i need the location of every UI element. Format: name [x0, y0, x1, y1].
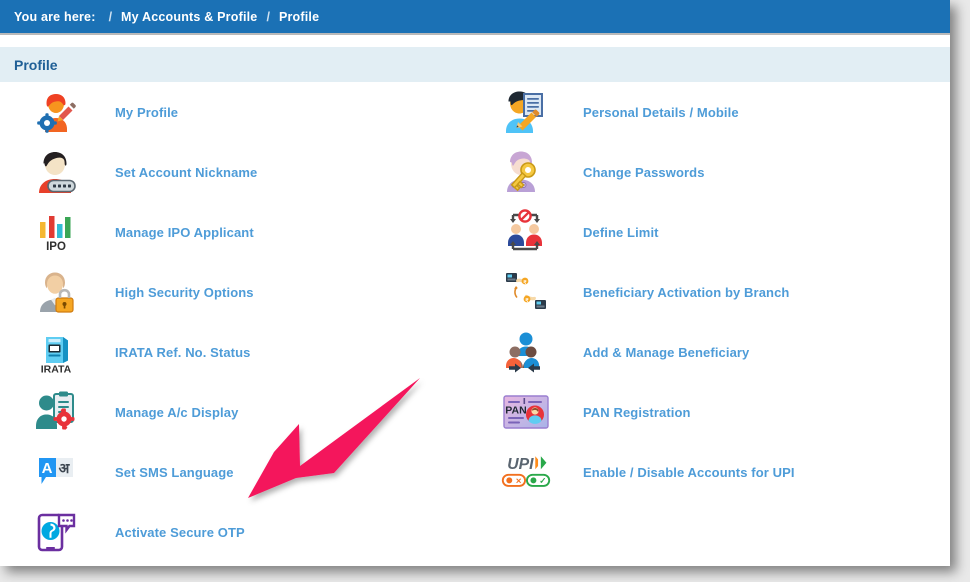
svg-text:UPI: UPI [507, 456, 534, 473]
menu-item-enable-disable-accounts-upi[interactable]: UPI ✕ ✓ Enable / Disable Accounts for UP… [500, 442, 940, 502]
personal-details-edit-icon [500, 88, 552, 136]
breadcrumb-prefix-label: You are here: [14, 9, 96, 24]
menu-item-set-account-nickname[interactable]: Set Account Nickname [30, 142, 480, 202]
add-manage-beneficiary-icon [500, 328, 552, 376]
menu-item-label[interactable]: Personal Details / Mobile [583, 105, 739, 120]
menu-item-label[interactable]: Set SMS Language [115, 465, 234, 480]
breadcrumb-gap [0, 35, 950, 47]
svg-text:अ: अ [59, 460, 71, 476]
high-security-lock-icon [30, 268, 82, 316]
menu-item-label[interactable]: Add & Manage Beneficiary [583, 345, 749, 360]
menu-item-beneficiary-activation-by-branch[interactable]: ₹ ₹ Beneficiary Activation by Branch [500, 262, 940, 322]
svg-text:✕: ✕ [515, 477, 521, 486]
breadcrumb: You are here: / My Accounts & Profile / … [0, 0, 950, 33]
sms-language-icon: A अ [30, 448, 82, 496]
ipo-bars-icon: IPO [30, 208, 82, 256]
svg-text:✓: ✓ [539, 476, 546, 486]
svg-text:IRATA: IRATA [41, 364, 72, 376]
menu-item-activate-secure-otp[interactable]: Activate Secure OTP [30, 502, 480, 562]
menu-item-label[interactable]: Define Limit [583, 225, 659, 240]
menu-item-personal-details-mobile[interactable]: Personal Details / Mobile [500, 82, 940, 142]
menu-item-label[interactable]: IRATA Ref. No. Status [115, 345, 250, 360]
menu-item-irata-ref-no-status[interactable]: IRATA IRATA Ref. No. Status [30, 322, 480, 382]
menu-item-label[interactable]: Change Passwords [583, 165, 705, 180]
beneficiary-branch-icon: ₹ ₹ [500, 268, 552, 316]
menu-item-label[interactable]: PAN Registration [583, 405, 691, 420]
menu-item-add-manage-beneficiary[interactable]: Add & Manage Beneficiary [500, 322, 940, 382]
menu-item-label[interactable]: Beneficiary Activation by Branch [583, 285, 789, 300]
menu-item-set-sms-language[interactable]: A अ Set SMS Language [30, 442, 480, 502]
menu-item-my-profile[interactable]: My Profile [30, 82, 480, 142]
screen-root: You are here: / My Accounts & Profile / … [0, 0, 970, 582]
change-password-key-icon [500, 148, 552, 196]
menu-item-label[interactable]: Enable / Disable Accounts for UPI [583, 465, 795, 480]
upi-toggle-icon: UPI ✕ ✓ [500, 448, 552, 496]
svg-text:A: A [42, 460, 53, 477]
menu-item-pan-registration[interactable]: PAN PAN Registration [500, 382, 940, 442]
menu-item-define-limit[interactable]: Define Limit [500, 202, 940, 262]
profile-user-gear-icon [30, 88, 82, 136]
menu-item-manage-ipo-applicant[interactable]: IPO Manage IPO Applicant [30, 202, 480, 262]
menu-item-label[interactable]: Manage IPO Applicant [115, 225, 254, 240]
section-header: Profile [0, 47, 950, 82]
menu-item-high-security-options[interactable]: High Security Options [30, 262, 480, 322]
svg-text:PAN: PAN [505, 405, 526, 417]
define-limit-icon [500, 208, 552, 256]
menu-item-change-passwords[interactable]: Change Passwords [500, 142, 940, 202]
secure-otp-icon [30, 508, 82, 556]
page-title: Profile [14, 56, 58, 73]
page-card: You are here: / My Accounts & Profile / … [0, 0, 950, 566]
menu-item-label[interactable]: Set Account Nickname [115, 165, 257, 180]
breadcrumb-separator-1: / [108, 9, 113, 24]
breadcrumb-item-profile[interactable]: Profile [279, 10, 319, 24]
manage-account-display-icon [30, 388, 82, 436]
profile-menu: My Profile Set Account Nickname IPO Mana… [0, 82, 950, 566]
breadcrumb-item-my-accounts-profile[interactable]: My Accounts & Profile [121, 10, 257, 24]
menu-item-label[interactable]: Activate Secure OTP [115, 525, 245, 540]
menu-column-left: My Profile Set Account Nickname IPO Mana… [30, 82, 480, 562]
menu-item-manage-ac-display[interactable]: Manage A/c Display [30, 382, 480, 442]
menu-column-right: Personal Details / Mobile Change Passwor… [500, 82, 940, 502]
svg-text:IPO: IPO [46, 241, 66, 253]
account-nickname-icon [30, 148, 82, 196]
menu-item-label[interactable]: My Profile [115, 105, 178, 120]
menu-item-label[interactable]: High Security Options [115, 285, 254, 300]
irata-atm-icon: IRATA [30, 328, 82, 376]
breadcrumb-separator-2: / [266, 9, 270, 24]
menu-item-label[interactable]: Manage A/c Display [115, 405, 238, 420]
pan-card-icon: PAN [500, 388, 552, 436]
